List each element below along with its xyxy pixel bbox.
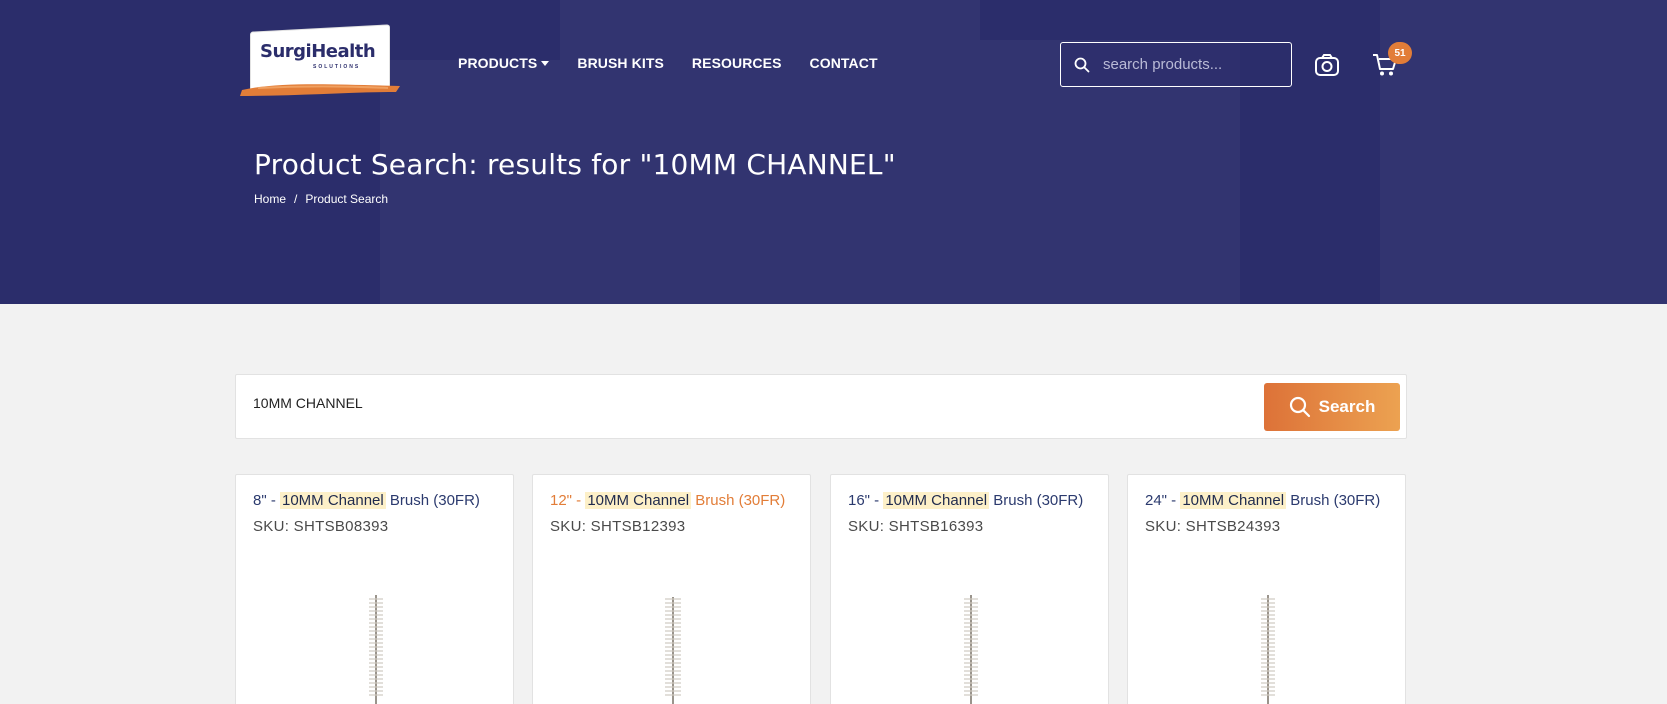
header-search (1060, 42, 1292, 87)
search-highlight: 10MM Channel (1180, 492, 1287, 509)
product-image[interactable] (1128, 595, 1407, 704)
hero-banner: SurgiHealth SOLUTIONS PRODUCTS BRUSH KIT… (0, 0, 1667, 304)
brush-image (1260, 595, 1275, 704)
product-sku: SKU: SHTSB24393 (1145, 518, 1281, 535)
product-card[interactable]: 16" - 10MM Channel Brush (30FR) SKU: SHT… (830, 474, 1109, 704)
breadcrumb-home[interactable]: Home (254, 192, 286, 206)
search-icon[interactable] (1061, 43, 1103, 86)
search-button-label: Search (1318, 397, 1376, 416)
product-title-suffix: Brush (30FR) (1286, 492, 1381, 509)
nav-products[interactable]: PRODUCTS (458, 55, 550, 71)
search-icon (1289, 396, 1310, 418)
product-search-bar: Search (235, 374, 1407, 439)
brush-image (368, 595, 383, 704)
nav-resources-label: RESOURCES (691, 55, 782, 71)
brush-image (664, 597, 681, 704)
nav-contact-label: CONTACT (809, 55, 878, 71)
nav-brush-kits-label: BRUSH KITS (577, 55, 664, 71)
product-image[interactable] (236, 595, 515, 704)
product-image[interactable] (533, 597, 812, 704)
page-title: Product Search: results for "10MM CHANNE… (254, 148, 896, 181)
site-logo[interactable]: SurgiHealth SOLUTIONS (238, 24, 406, 104)
product-title[interactable]: 16" - 10MM Channel Brush (30FR) (848, 492, 1083, 509)
product-card[interactable]: 24" - 10MM Channel Brush (30FR) SKU: SHT… (1127, 474, 1406, 704)
product-search-input[interactable] (253, 395, 1153, 411)
search-highlight: 10MM Channel (883, 492, 990, 509)
product-image[interactable] (831, 595, 1110, 704)
product-title-prefix: 16" - (848, 492, 884, 509)
product-title[interactable]: 24" - 10MM Channel Brush (30FR) (1145, 492, 1380, 509)
breadcrumb-current: Product Search (305, 192, 389, 206)
logo-wordmark: SurgiHealth (260, 41, 376, 62)
product-sku: SKU: SHTSB16393 (848, 518, 984, 535)
product-title-suffix: Brush (30FR) (691, 492, 786, 509)
logo-brush-stroke (240, 84, 400, 96)
logo-brand-left: Surgi (260, 41, 312, 62)
logo-brand-right: Health (311, 41, 376, 62)
search-highlight: 10MM Channel (280, 492, 386, 509)
breadcrumb-separator: / (294, 192, 298, 206)
product-title-prefix: 12" - (550, 492, 586, 509)
logo-tagline: SOLUTIONS (313, 64, 361, 70)
breadcrumb: Home / Product Search (254, 192, 388, 206)
main-nav: PRODUCTS BRUSH KITS RESOURCES CONTACT (458, 55, 906, 71)
nav-products-label: PRODUCTS (458, 55, 538, 71)
product-title[interactable]: 12" - 10MM Channel Brush (30FR) (550, 492, 785, 509)
caret-down-icon (541, 60, 550, 66)
hero-bg-shape (1380, 0, 1667, 304)
search-highlight: 10MM Channel (585, 492, 692, 509)
nav-brush-kits[interactable]: BRUSH KITS (577, 55, 664, 71)
product-title-prefix: 24" - (1145, 492, 1181, 509)
brush-image (963, 595, 978, 704)
camera-icon[interactable] (1314, 52, 1340, 78)
nav-contact[interactable]: CONTACT (810, 55, 878, 71)
product-title-suffix: Brush (30FR) (989, 492, 1084, 509)
product-sku: SKU: SHTSB12393 (550, 518, 686, 535)
results-grid: 8" - 10MM Channel Brush (30FR) SKU: SHTS… (235, 474, 1407, 704)
product-sku: SKU: SHTSB08393 (253, 518, 389, 535)
hero-bg-shape (380, 60, 560, 304)
nav-resources[interactable]: RESOURCES (692, 55, 782, 71)
product-title-suffix: Brush (30FR) (385, 492, 480, 509)
search-button[interactable]: Search (1264, 383, 1400, 431)
product-card[interactable]: 12" - 10MM Channel Brush (30FR) SKU: SHT… (532, 474, 811, 704)
cart-count-badge: 51 (1388, 42, 1412, 64)
product-title[interactable]: 8" - 10MM Channel Brush (30FR) (253, 492, 480, 509)
product-title-prefix: 8" - (253, 492, 280, 509)
product-card[interactable]: 8" - 10MM Channel Brush (30FR) SKU: SHTS… (235, 474, 514, 704)
header-search-input[interactable] (1103, 56, 1283, 73)
